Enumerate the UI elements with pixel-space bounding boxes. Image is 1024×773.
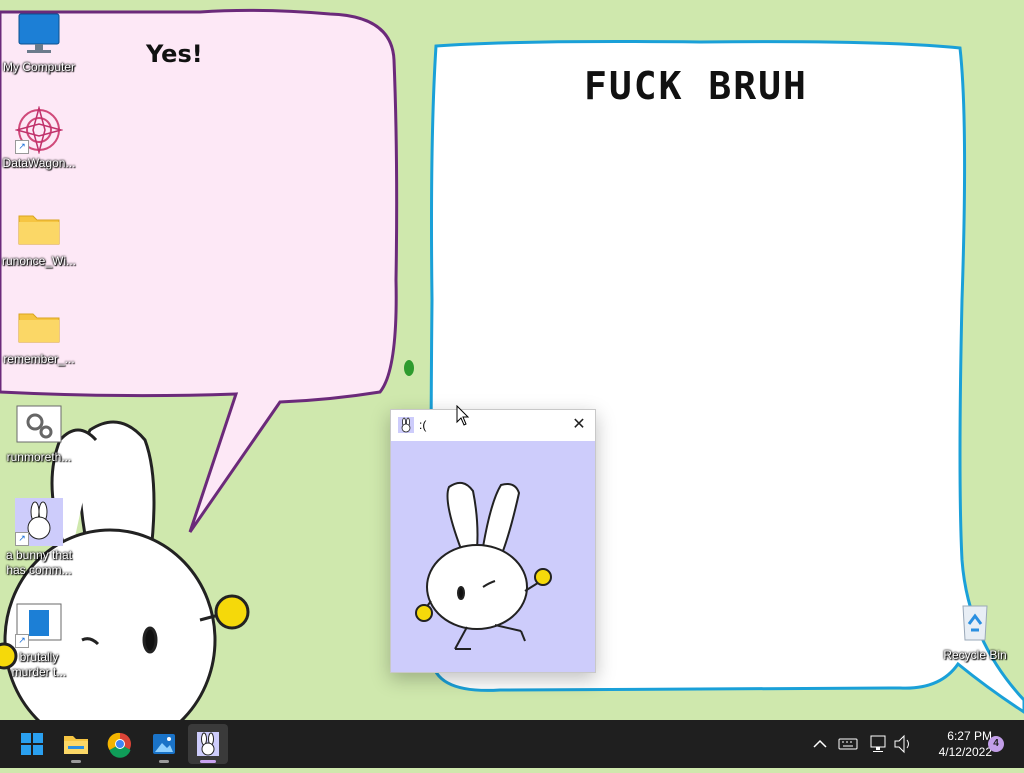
start-button[interactable] [12,724,52,764]
desktop-icon-datawagon[interactable]: ↗ DataWagon... [1,105,77,171]
desktop-icon-label: runonce_Wi... [1,254,77,268]
keyboard-icon [838,738,858,750]
clock-time: 6:27 PM [947,729,992,743]
shortcut-arrow-icon: ↗ [15,634,29,648]
close-icon: ✕ [572,416,586,433]
bunny-image [415,481,552,650]
photos-icon [153,734,175,754]
desktop-icon-label: Recycle Bin [943,648,1007,662]
desktop-icon-label: DataWagon... [2,156,76,170]
desktop-icon-label: runmoreth... [6,450,72,464]
bunny-icon: ↗ [15,498,63,546]
running-indicator [159,760,169,763]
chevron-up-icon [813,739,827,748]
folder-icon [15,204,63,252]
notification-badge[interactable]: 4 [988,736,1004,752]
desktop-icon-label: remember_... [3,352,75,366]
mandala-icon: ↗ [14,105,64,155]
recycle-bin-icon [951,598,999,646]
taskbar-chrome[interactable] [100,724,140,764]
start-icon [21,733,43,755]
file-explorer-icon [64,736,88,754]
monitor-icon [15,10,63,58]
clock-date: 4/12/2022 [938,745,992,759]
tray-keyboard-button[interactable] [836,720,860,768]
shortcut-arrow-icon: ↗ [15,140,29,154]
shortcut-arrow-icon: ↗ [15,532,29,546]
desktop-icon-recycle-bin[interactable]: Recycle Bin [937,598,1013,663]
desktop-icon-bunny[interactable]: ↗ a bunny that has comm... [1,498,77,578]
taskbar-clock[interactable]: 6:27 PM 4/12/2022 [922,728,992,760]
taskbar-photos[interactable] [144,724,184,764]
tray-overflow-button[interactable] [808,720,832,768]
left-bubble-text: Yes! [146,40,203,68]
settings-window-icon [15,400,63,448]
popup-title: :( [419,418,427,432]
network-icon [870,735,886,752]
desktop-icon-brutally[interactable]: ↗ brutally murder t... [1,600,77,680]
bunny-app-icon [197,732,219,756]
taskbar-file-explorer[interactable] [56,724,96,764]
folder-icon [15,302,63,350]
desktop-icon-label: a bunny that has comm... [5,548,73,577]
popup-image [391,441,595,672]
taskbar-bunny-app[interactable] [188,724,228,764]
desktop-icon-label: brutally murder t... [11,650,67,679]
popup-titlebar[interactable]: :( ✕ [391,410,595,440]
tray-network-volume-button[interactable] [866,720,916,768]
volume-icon [894,734,909,754]
desktop-icon-my-computer[interactable]: My Computer [1,10,77,75]
desktop-icon-runonce[interactable]: runonce_Wi... [1,204,77,269]
right-bubble-text: FUCK BRUH [584,64,808,108]
mouse-cursor [456,405,470,426]
running-indicator [71,760,81,763]
taskbar: 6:27 PM 4/12/2022 [0,720,1024,768]
close-button[interactable]: ✕ [563,410,595,440]
active-indicator [200,760,216,763]
popup-window[interactable]: :( ✕ [390,409,596,673]
desktop-icon-runmoreth[interactable]: runmoreth... [1,400,77,465]
desktop-icon-remember[interactable]: remember_... [1,302,77,367]
bunny-app-icon [398,417,414,433]
desktop-icon-label: My Computer [2,60,76,74]
chrome-icon [107,732,131,758]
notepad-window-icon: ↗ [15,600,63,648]
